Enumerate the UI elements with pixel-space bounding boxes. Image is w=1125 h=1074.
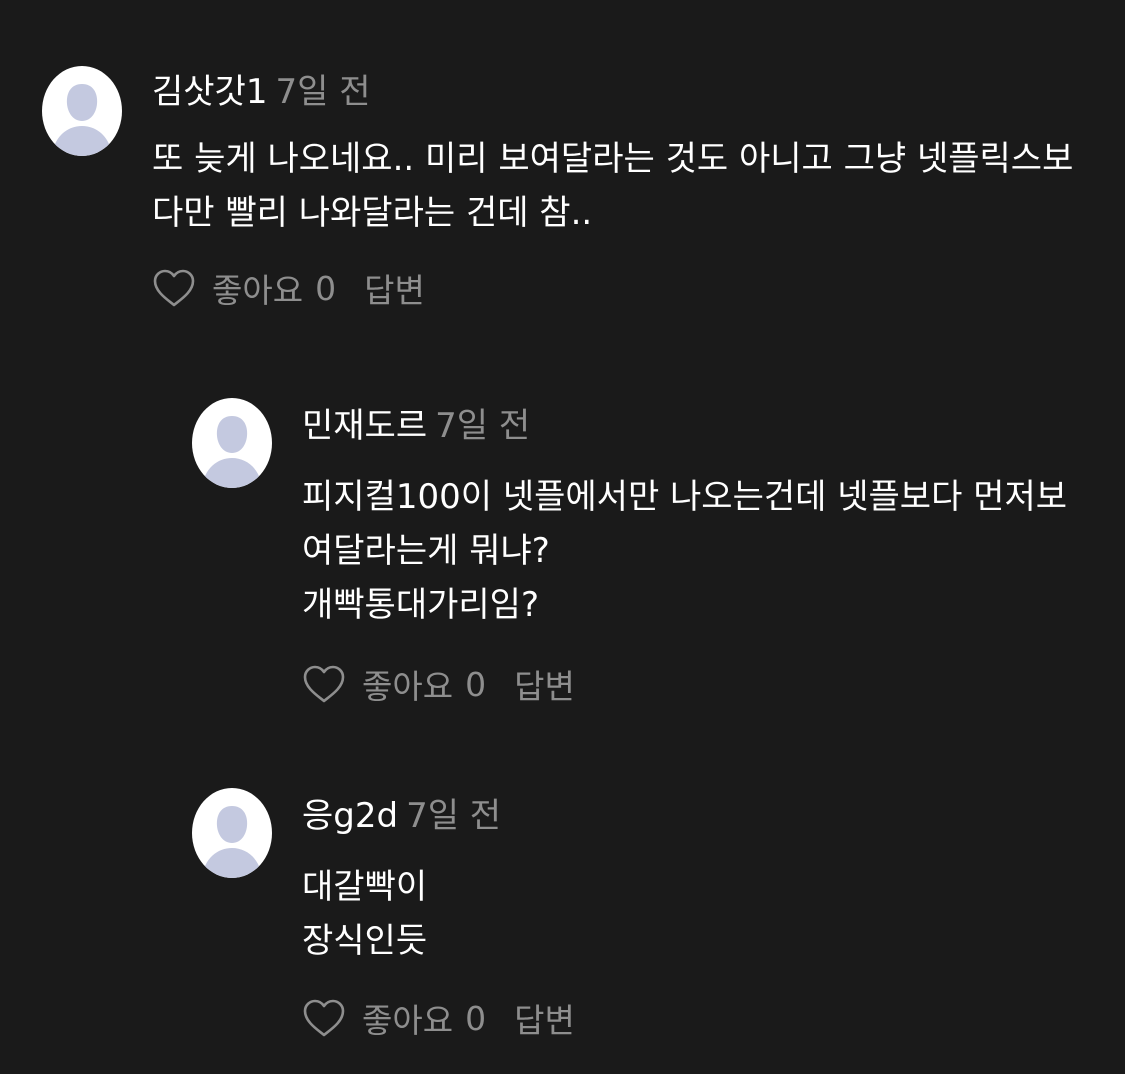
comment-time: 7일 전 bbox=[406, 796, 502, 836]
comment-time: 7일 전 bbox=[435, 406, 531, 446]
comment-body: 김삿갓1 7일 전 또 늦게 나오네요.. 미리 보여달라는 것도 아니고 그냥 … bbox=[152, 70, 1085, 312]
comment-item: 김삿갓1 7일 전 또 늦게 나오네요.. 미리 보여달라는 것도 아니고 그냥 … bbox=[0, 0, 1125, 350]
comment-actions: 좋아요 0 답변 bbox=[302, 994, 1085, 1042]
comment-text: 피지컬100이 넷플에서만 나오는건데 넷플보다 먼저보여달라는게 뭐냐? 개빡… bbox=[302, 477, 1068, 625]
reply-button[interactable]: 답변 bbox=[514, 994, 575, 1042]
comment-meta: 김삿갓1 7일 전 bbox=[152, 70, 1085, 114]
comment-author[interactable]: 응g2d bbox=[302, 796, 398, 836]
comment-text: 대갈빡이 장식인듯 bbox=[302, 867, 428, 961]
avatar[interactable] bbox=[192, 398, 272, 488]
heart-outline-icon[interactable] bbox=[302, 998, 346, 1038]
heart-outline-icon[interactable] bbox=[152, 268, 196, 308]
reply-button[interactable]: 답변 bbox=[364, 264, 425, 312]
comment-meta: 민재도르 7일 전 bbox=[302, 404, 1085, 448]
comment-body: 응g2d 7일 전 대갈빡이 장식인듯 좋아요 0 답변 bbox=[302, 794, 1085, 1042]
like-button[interactable]: 좋아요 bbox=[212, 264, 303, 312]
heart-outline-icon[interactable] bbox=[302, 664, 346, 704]
like-count: 0 bbox=[465, 998, 487, 1038]
comment-text: 또 늦게 나오네요.. 미리 보여달라는 것도 아니고 그냥 넷플릭스보다만 빨… bbox=[152, 139, 1074, 233]
comment-meta: 응g2d 7일 전 bbox=[302, 794, 1085, 838]
comment-actions: 좋아요 0 답변 bbox=[302, 660, 1085, 708]
comment-author[interactable]: 김삿갓1 bbox=[152, 72, 267, 112]
comment-actions: 좋아요 0 답변 bbox=[152, 264, 1085, 312]
comment-body: 민재도르 7일 전 피지컬100이 넷플에서만 나오는건데 넷플보다 먼저보여달라… bbox=[302, 404, 1085, 708]
comment-time: 7일 전 bbox=[275, 72, 371, 112]
like-button[interactable]: 좋아요 bbox=[362, 660, 453, 708]
comment-author[interactable]: 민재도르 bbox=[302, 406, 427, 446]
like-count: 0 bbox=[465, 664, 487, 704]
avatar[interactable] bbox=[42, 66, 122, 156]
reply-button[interactable]: 답변 bbox=[514, 660, 575, 708]
default-user-avatar-icon bbox=[52, 84, 112, 156]
default-user-avatar-icon bbox=[202, 416, 262, 488]
default-user-avatar-icon bbox=[202, 806, 262, 878]
avatar[interactable] bbox=[192, 788, 272, 878]
like-count: 0 bbox=[315, 268, 337, 308]
like-button[interactable]: 좋아요 bbox=[362, 994, 453, 1042]
